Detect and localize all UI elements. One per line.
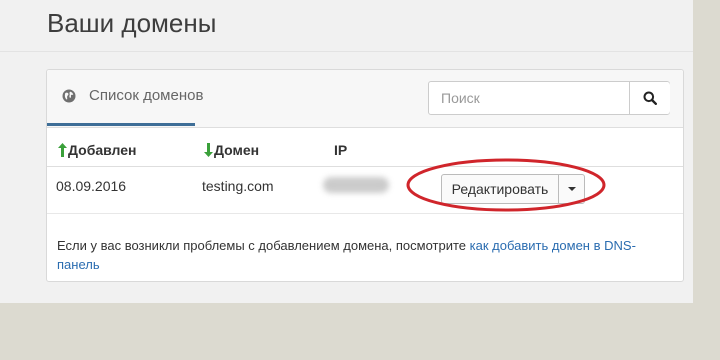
domains-panel: Список доменов Добавлен Домен (46, 69, 684, 282)
title-divider (0, 51, 693, 52)
cell-added: 08.09.2016 (56, 178, 127, 194)
tab-label: Список доменов (89, 87, 204, 104)
column-header-ip[interactable]: IP (334, 142, 347, 158)
tab-domain-list[interactable]: Список доменов (47, 70, 203, 126)
cell-domain: testing.com (202, 178, 274, 194)
help-text: Если у вас возникли проблемы с добавлени… (57, 236, 667, 274)
row-divider (47, 213, 683, 214)
column-header-domain[interactable]: Домен (204, 142, 259, 158)
arrow-down-icon (204, 143, 213, 157)
page-title: Ваши домены (47, 8, 217, 38)
edit-dropdown-button[interactable] (558, 175, 585, 203)
column-header-added[interactable]: Добавлен (58, 142, 137, 158)
search-button[interactable] (629, 82, 670, 114)
header-divider (47, 166, 683, 167)
panel-header: Список доменов (47, 70, 683, 128)
column-header-label: Домен (214, 142, 260, 158)
help-message: Если у вас возникли проблемы с добавлени… (57, 238, 470, 253)
arrow-up-icon (58, 143, 67, 157)
column-header-label: IP (334, 142, 348, 158)
cell-ip-redacted (323, 177, 389, 193)
globe-icon (62, 89, 76, 103)
content-area: Ваши домены Список доменов Поиск Добавле… (0, 0, 693, 303)
search-input[interactable] (429, 82, 629, 114)
search-box (428, 81, 670, 115)
edit-button[interactable]: Редактировать (442, 175, 558, 203)
column-header-label: Добавлен (68, 142, 137, 158)
caret-down-icon (568, 187, 576, 191)
search-icon (643, 91, 657, 105)
edit-button-group: Редактировать (441, 174, 585, 204)
